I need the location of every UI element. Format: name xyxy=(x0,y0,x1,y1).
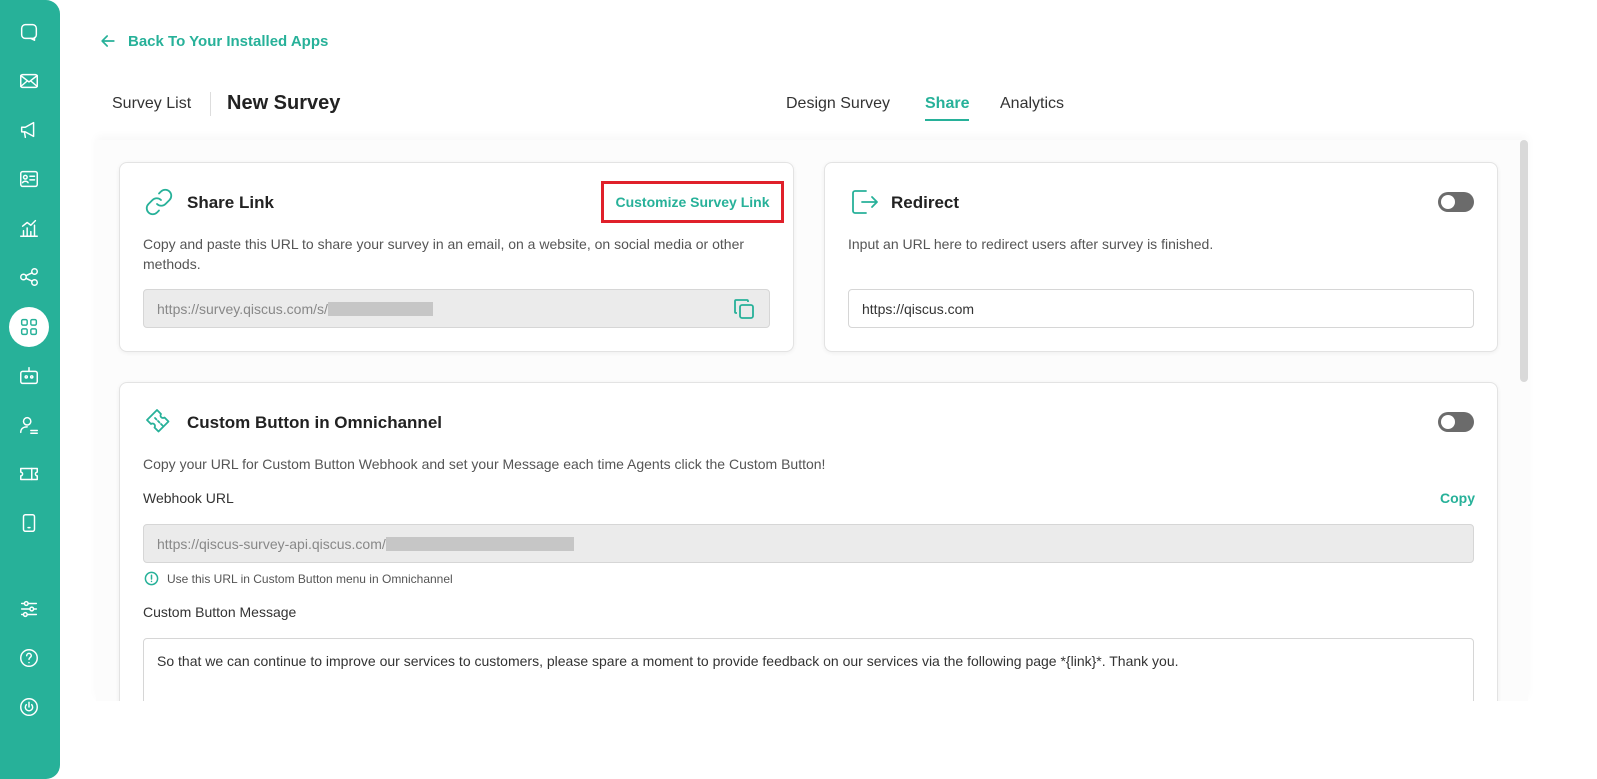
copy-webhook-button[interactable]: Copy xyxy=(1440,490,1475,506)
breadcrumb-divider xyxy=(210,92,211,116)
arrow-left-icon xyxy=(101,35,115,47)
customize-survey-link-button[interactable]: Customize Survey Link xyxy=(601,181,784,223)
webhook-hint-text: Use this URL in Custom Button menu in Om… xyxy=(167,571,453,586)
webhook-hint: Use this URL in Custom Button menu in Om… xyxy=(144,571,453,586)
share-link-description: Copy and paste this URL to share your su… xyxy=(143,236,745,272)
page-bottom xyxy=(60,701,1597,779)
back-to-installed-apps-link[interactable]: Back To Your Installed Apps xyxy=(98,30,328,52)
share-link-url-text: https://survey.qiscus.com/s/ xyxy=(157,300,328,317)
mobile-icon[interactable] xyxy=(9,503,49,543)
ticket-icon[interactable] xyxy=(9,454,49,494)
active-tab-indicator xyxy=(925,119,969,121)
page-title: New Survey xyxy=(227,92,341,114)
analytics-icon[interactable] xyxy=(9,208,49,248)
redirect-toggle[interactable] xyxy=(1438,192,1474,212)
chat-icon[interactable] xyxy=(9,12,49,52)
breadcrumb-survey-list[interactable]: Survey List xyxy=(112,95,191,113)
share-nodes-icon[interactable] xyxy=(9,257,49,297)
custom-button-title: Custom Button in Omnichannel xyxy=(187,413,442,432)
webhook-url-field[interactable]: https://qiscus-survey-api.qiscus.com/ xyxy=(143,524,1474,563)
back-link-label: Back To Your Installed Apps xyxy=(128,32,329,50)
copy-icon[interactable] xyxy=(732,297,756,321)
scrollbar[interactable] xyxy=(1520,140,1528,382)
share-link-url-field[interactable]: https://survey.qiscus.com/s/ xyxy=(143,289,770,328)
settings-sliders-icon[interactable] xyxy=(9,589,49,629)
redirect-url-input[interactable]: https://qiscus.com xyxy=(848,289,1474,328)
redirect-icon xyxy=(848,186,880,218)
agent-icon[interactable] xyxy=(9,405,49,445)
tab-design-survey[interactable]: Design Survey xyxy=(786,95,890,113)
webhook-url-label: Webhook URL xyxy=(143,490,234,506)
custom-button-toggle[interactable] xyxy=(1438,412,1474,432)
webhook-url-text: https://qiscus-survey-api.qiscus.com/ xyxy=(157,535,386,552)
help-icon[interactable] xyxy=(9,638,49,678)
tab-analytics[interactable]: Analytics xyxy=(1000,95,1064,113)
custom-button-message-label: Custom Button Message xyxy=(143,604,297,620)
contact-card-icon[interactable] xyxy=(9,159,49,199)
bot-icon[interactable] xyxy=(9,356,49,396)
share-link-title: Share Link xyxy=(187,193,274,212)
info-icon xyxy=(144,571,159,586)
redirect-title: Redirect xyxy=(891,193,960,212)
custom-button-description: Copy your URL for Custom Button Webhook … xyxy=(143,456,826,472)
sidebar xyxy=(0,0,60,779)
link-icon xyxy=(143,186,175,218)
redirect-description: Input an URL here to redirect users afte… xyxy=(848,236,1214,252)
mail-icon[interactable] xyxy=(9,61,49,101)
redacted-text xyxy=(327,301,433,316)
power-icon[interactable] xyxy=(9,687,49,727)
redacted-text xyxy=(385,536,574,551)
megaphone-icon[interactable] xyxy=(9,110,49,150)
tab-share[interactable]: Share xyxy=(925,95,969,113)
apps-grid-icon[interactable] xyxy=(9,307,49,347)
ticket-icon xyxy=(143,406,175,438)
